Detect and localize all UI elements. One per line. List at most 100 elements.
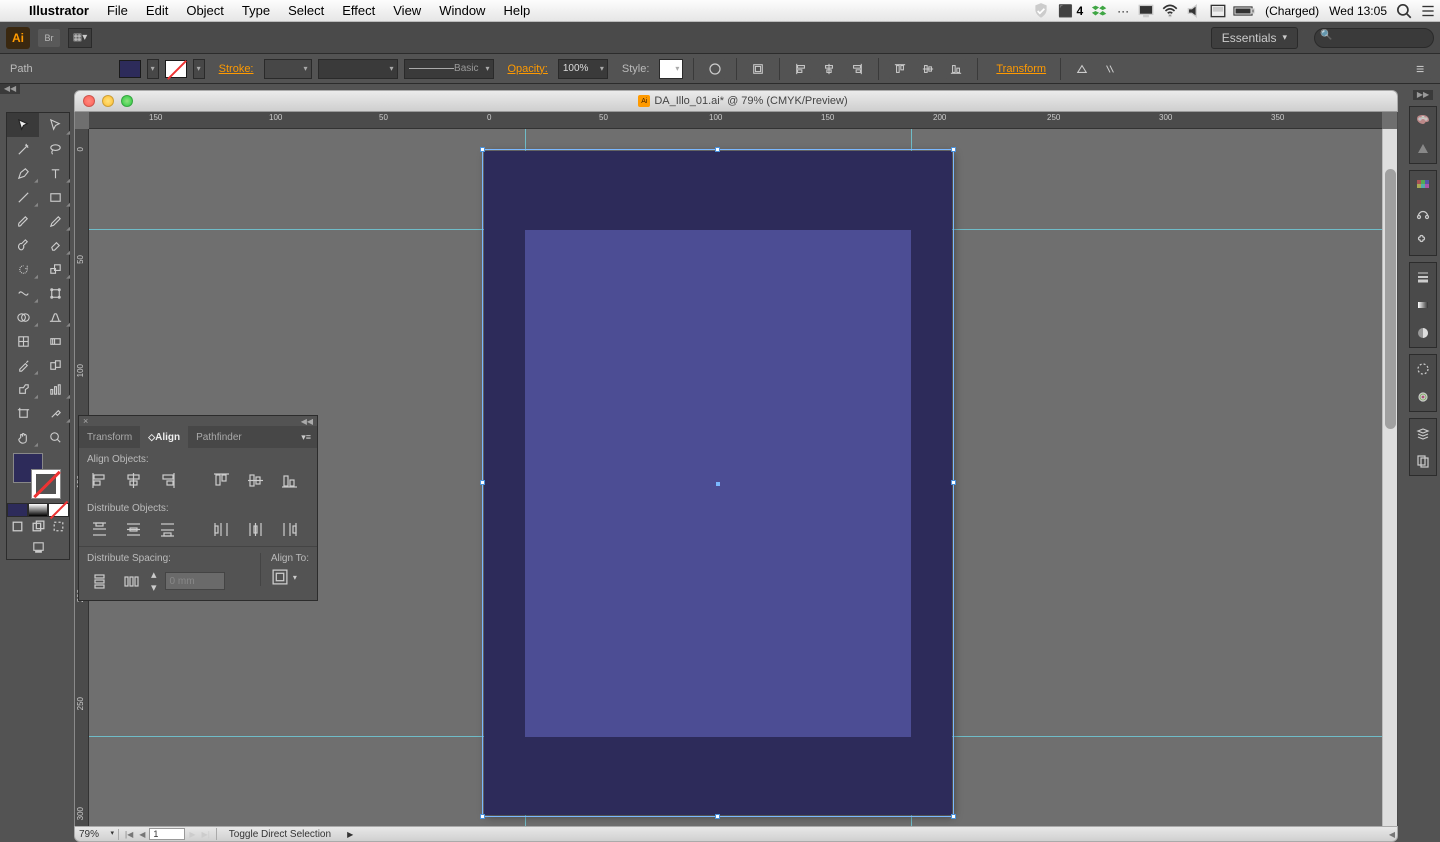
draw-inside-button[interactable] <box>48 517 69 535</box>
column-graph-tool[interactable]: ◢ <box>39 377 71 401</box>
gradient-panel-button[interactable] <box>1410 291 1436 319</box>
menu-window[interactable]: Window <box>430 3 494 18</box>
brush-definition[interactable]: Basic <box>404 59 494 79</box>
bridge-button[interactable]: Br <box>38 29 60 47</box>
stroke-indicator[interactable] <box>31 469 61 499</box>
vertical-distribute-top[interactable] <box>87 518 111 540</box>
hscroll-left[interactable]: ◀ <box>1387 830 1397 839</box>
last-artboard-button[interactable]: ▶| <box>200 830 212 839</box>
horizontal-distribute-space[interactable] <box>119 570 143 592</box>
transform-panel-link[interactable]: Transform <box>988 63 1050 75</box>
pencil-tool[interactable]: ◢ <box>39 209 71 233</box>
direct-selection-tool[interactable]: ◢ <box>39 113 71 137</box>
opacity-input[interactable]: 100% <box>558 59 608 79</box>
swatches-panel-button[interactable] <box>1410 171 1436 199</box>
battery-icon[interactable] <box>1233 2 1257 20</box>
menu-object[interactable]: Object <box>177 3 233 18</box>
none-mode-button[interactable] <box>48 503 69 517</box>
perspective-grid-tool[interactable]: ◢ <box>39 305 71 329</box>
adobe-notif-icon[interactable]: ⬛ 4 <box>1053 4 1088 18</box>
blend-tool[interactable] <box>39 353 71 377</box>
horizontal-distribute-left[interactable] <box>209 518 233 540</box>
artboard-tool[interactable] <box>7 401 39 425</box>
shape-builder-tool[interactable]: ◢ <box>7 305 39 329</box>
vertical-align-top[interactable] <box>209 469 233 491</box>
vertical-distribute-center[interactable] <box>121 518 145 540</box>
spacing-value-input[interactable]: 0 mm <box>165 572 225 590</box>
align-left-button[interactable] <box>790 59 812 79</box>
menu-view[interactable]: View <box>384 3 430 18</box>
menu-type[interactable]: Type <box>233 3 279 18</box>
panel-close-button[interactable]: × <box>83 416 88 426</box>
color-guide-panel-button[interactable] <box>1410 135 1436 163</box>
align-top-button[interactable] <box>889 59 911 79</box>
overflow-icon[interactable]: ··· <box>1112 4 1134 18</box>
spotlight-icon[interactable] <box>1395 2 1413 20</box>
menu-extras-icon[interactable] <box>1419 2 1437 20</box>
wifi-icon[interactable] <box>1161 2 1179 20</box>
tab-align[interactable]: ◇Align <box>140 426 188 448</box>
tab-transform[interactable]: Transform <box>79 426 140 448</box>
panel-collapse-button[interactable]: ◀◀ <box>301 417 313 426</box>
vertical-align-bottom[interactable] <box>277 469 301 491</box>
isolate-button[interactable] <box>1071 59 1093 79</box>
menu-help[interactable]: Help <box>494 3 539 18</box>
fill-dropdown[interactable] <box>147 59 159 79</box>
vertical-align-center[interactable] <box>243 469 267 491</box>
panel-menu-button[interactable]: ▾≡ <box>295 432 317 443</box>
window-zoom-button[interactable] <box>121 95 133 107</box>
blob-brush-tool[interactable] <box>7 233 39 257</box>
artboards-panel-button[interactable] <box>1410 447 1436 475</box>
horizontal-distribute-center[interactable] <box>243 518 267 540</box>
magic-wand-tool[interactable] <box>7 137 39 161</box>
stroke-panel-link[interactable]: Stroke: <box>211 63 258 75</box>
opacity-panel-link[interactable]: Opacity: <box>500 63 552 75</box>
arrange-documents-button[interactable]: ▦▾ <box>68 28 92 48</box>
eraser-tool[interactable]: ◢ <box>39 233 71 257</box>
scale-tool[interactable]: ◢ <box>39 257 71 281</box>
graphic-styles-panel-button[interactable] <box>1410 383 1436 411</box>
stroke-dropdown[interactable] <box>193 59 205 79</box>
draw-behind-button[interactable] <box>28 517 49 535</box>
layers-panel-button[interactable] <box>1410 419 1436 447</box>
line-segment-tool[interactable]: ◢ <box>7 185 39 209</box>
volume-icon[interactable] <box>1185 2 1203 20</box>
display-icon[interactable] <box>1137 2 1155 20</box>
draw-normal-button[interactable] <box>7 517 28 535</box>
first-artboard-button[interactable]: |◀ <box>123 830 135 839</box>
align-vcenter-button[interactable] <box>917 59 939 79</box>
input-source-icon[interactable] <box>1209 2 1227 20</box>
vertical-distribute-space[interactable] <box>87 570 111 592</box>
prev-artboard-button[interactable]: ◀ <box>137 830 147 839</box>
variable-width-profile[interactable] <box>318 59 398 79</box>
free-transform-tool[interactable] <box>39 281 71 305</box>
horizontal-align-center[interactable] <box>121 469 145 491</box>
align-hcenter-button[interactable] <box>818 59 840 79</box>
search-input[interactable] <box>1314 28 1434 48</box>
ruler-horizontal[interactable]: 150 100 50 0 50 100 150 200 250 300 350 <box>89 112 1382 129</box>
shield-icon[interactable] <box>1032 2 1050 20</box>
artboard-rect[interactable] <box>484 151 952 815</box>
fill-stroke-indicator[interactable] <box>7 449 69 503</box>
screen-mode-button[interactable] <box>7 535 69 559</box>
symbol-sprayer-tool[interactable]: ◢ <box>7 377 39 401</box>
color-panel-button[interactable] <box>1410 107 1436 135</box>
workspace-switcher[interactable]: Essentials▾ <box>1211 27 1298 49</box>
width-tool[interactable]: ◢ <box>7 281 39 305</box>
align-right-button[interactable] <box>846 59 868 79</box>
appearance-panel-button[interactable] <box>1410 355 1436 383</box>
mesh-tool[interactable] <box>7 329 39 353</box>
spacing-stepper[interactable]: ▴▾ <box>151 568 157 594</box>
artboard-number-input[interactable]: 1 <box>149 828 185 840</box>
dropbox-icon[interactable] <box>1091 2 1109 20</box>
rectangle-tool[interactable]: ◢ <box>39 185 71 209</box>
selection-tool[interactable] <box>7 113 39 137</box>
zoom-level-input[interactable]: 79%▾ <box>75 829 119 840</box>
pen-tool[interactable]: ◢ <box>7 161 39 185</box>
align-selection-button[interactable] <box>747 59 769 79</box>
fill-color-swatch[interactable] <box>119 60 141 78</box>
symbols-panel-button[interactable] <box>1410 227 1436 255</box>
menu-file[interactable]: File <box>98 3 137 18</box>
align-to-dropdown[interactable]: ▾ <box>271 568 309 586</box>
menu-edit[interactable]: Edit <box>137 3 177 18</box>
